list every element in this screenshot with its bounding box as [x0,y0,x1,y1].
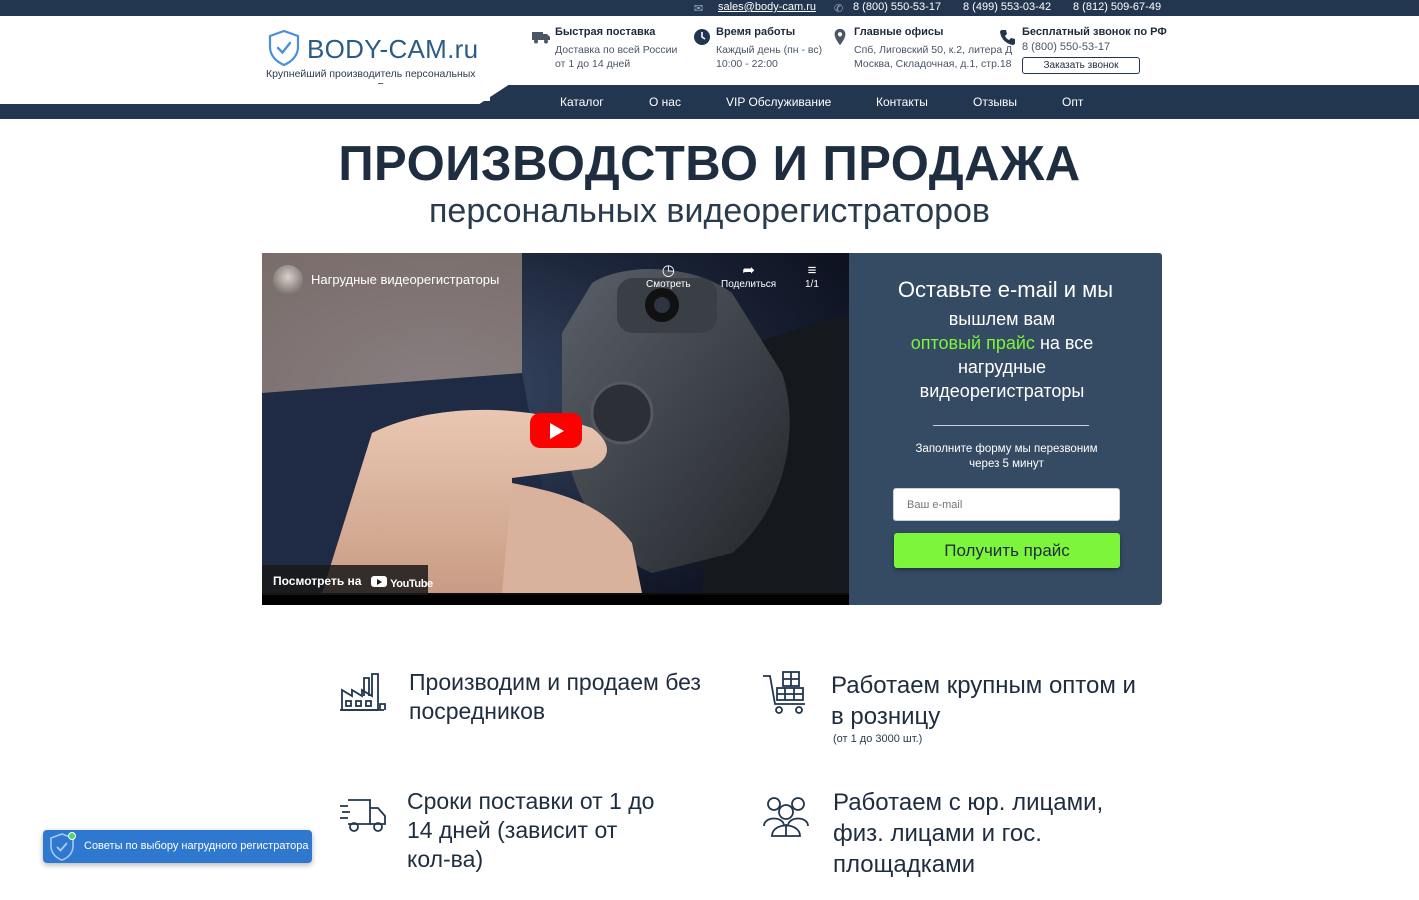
delivery-line-1: Доставка по всей России [555,44,678,56]
people-group-icon [763,797,809,837]
youtube-wordmark: YouTube [390,578,433,590]
factory-icon [340,673,386,711]
chat-widget-button[interactable]: Советы по выбору нагрудного регистратора [43,830,312,863]
top-contact-bar: ✉ sales@body-cam.ru ✆ 8 (800) 550-53-17 … [0,0,1419,16]
delivery-title: Быстрая поставка [555,26,656,38]
watch-on-label: Посмотреть на [273,574,362,588]
phone-handset-icon [1000,30,1015,45]
hours-info: Время работы Каждый день (пн - вс) 10:00… [694,26,823,71]
order-call-button[interactable]: Заказать звонок [1022,57,1140,74]
form-highlight: оптовый прайс [910,333,1035,353]
share-button[interactable]: ➦ Поделиться [721,262,777,291]
nav-item-wholesale[interactable]: Опт [1062,95,1083,109]
offices-info: Главные офисы Спб, Лиговский 50, к.2, ли… [834,26,1013,71]
phone-icon: ✆ [834,3,844,15]
offices-line-1: Спб, Лиговский 50, к.2, литера Д [854,44,1013,56]
video-progress-bar[interactable] [262,595,849,605]
youtube-logo-icon: YouTube [370,576,433,590]
feature-note-2: (от 1 до 3000 шт.) [833,733,923,745]
playlist-count: 1/1 [805,279,819,290]
phone-link-2[interactable]: 8 (499) 553-03-42 [963,1,1051,13]
offices-line-2: Москва, Складочная, д.1, стр.18 [854,58,1012,70]
form-heading: Оставьте e-mail и мы [897,277,1114,302]
form-divider [933,425,1089,426]
video-title[interactable]: Нагрудные видеорегистраторы [311,272,499,287]
feature-text-3: Сроки поставки от 1 до 14 дней (зависит … [407,788,655,872]
watch-later-button[interactable]: ◷ Смотреть [646,262,691,291]
chat-widget-label: Советы по выбору нагрудного регистратора [84,840,309,852]
form-line-b: на все [1034,333,1094,353]
get-price-button[interactable]: Получить прайс [894,533,1120,568]
share-arrow-icon: ➦ [742,262,755,279]
offices-title: Главные офисы [854,26,944,38]
hero-title: ПРОИЗВОДСТВО И ПРОДАЖА [338,137,1081,191]
logo-text: BODY-CAM.ru [307,34,479,64]
feature-text-4: Работаем с юр. лицами, физ. лицами и гос… [833,789,1104,878]
feature-text-2: Работаем крупным оптом и в розницу [831,672,1136,730]
header-angled-edge [0,84,510,104]
nav-item-about[interactable]: О нас [649,95,681,109]
play-button[interactable] [530,413,582,448]
form-line-c: нагрудные [957,357,1047,377]
free-call-info: Бесплатный звонок по РФ 8 (800) 550-53-1… [1000,26,1167,74]
map-pin-icon [834,28,846,46]
watch-on-youtube-button[interactable]: Посмотреть на YouTube [262,565,433,595]
form-line-a: вышлем вам [948,309,1056,329]
playlist-button[interactable]: ≡ 1/1 [805,262,819,291]
hours-line-1: Каждый день (пн - вс) [716,44,823,56]
hero-subtitle: персональных видеорегистраторов [429,192,990,230]
delivery-info: Быстрая поставка Доставка по всей России… [532,26,678,71]
feature-text-1: Производим и продаем без посредников [409,669,701,724]
youtube-video-embed[interactable]: Нагрудные видеорегистраторы ◷ Смотреть ➦… [262,253,849,605]
email-field[interactable] [893,488,1120,521]
watch-later-label: Смотреть [646,279,691,290]
nav-item-vip[interactable]: VIP Обслуживание [726,95,831,109]
nav-item-contacts[interactable]: Контакты [876,95,928,109]
truck-icon [532,32,550,44]
email-link[interactable]: sales@body-cam.ru [718,1,816,13]
phone-link-3[interactable]: 8 (812) 509-67-49 [1073,1,1161,13]
online-status-dot [68,832,76,840]
clock-icon [694,29,710,45]
free-call-phone[interactable]: 8 (800) 550-53-17 [1022,40,1167,54]
delivery-line-2: от 1 до 14 дней [555,58,631,70]
cart-icon [763,671,805,714]
free-call-title: Бесплатный звонок по РФ [1022,26,1167,38]
playlist-icon: ≡ [807,262,817,279]
form-note: Заполните форму мы перезвоним через 5 ми… [915,443,1098,470]
form-line-d: видеорегистраторы [919,381,1085,401]
share-label: Поделиться [721,279,777,290]
hours-title: Время работы [716,26,796,38]
main-nav: Каталог О нас VIP Обслуживание Контакты … [490,85,1419,119]
phone-link-1[interactable]: 8 (800) 550-53-17 [853,1,941,13]
price-request-form: Оставьте e-mail и мы вышлем вам оптовый … [849,253,1162,605]
channel-avatar[interactable] [273,265,303,295]
nav-item-reviews[interactable]: Отзывы [973,95,1017,109]
clock-icon: ◷ [661,262,675,279]
delivery-truck-icon [340,799,386,832]
hours-line-2: 10:00 - 22:00 [716,58,778,70]
mail-icon: ✉ [694,3,704,15]
shield-logo-icon [268,30,300,66]
form-description: вышлем вам оптовый прайс на все нагрудны… [849,307,1155,403]
nav-item-catalog[interactable]: Каталог [560,95,604,109]
